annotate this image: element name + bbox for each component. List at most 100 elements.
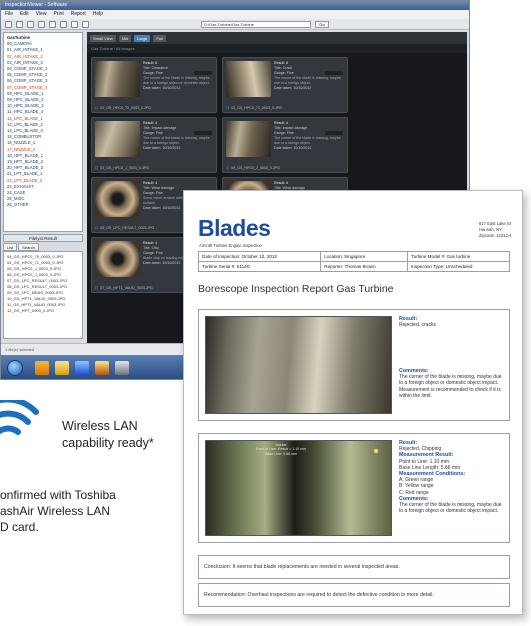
settings-icon[interactable] [82,20,89,28]
folder-icon[interactable] [55,361,69,375]
start-button[interactable] [7,360,23,376]
checkbox-icon[interactable]: ☐ [95,286,98,290]
card-date: Date taken: 10/10/2012 [143,146,181,150]
card-filename: ☐ 03_GS_HPC0_J_0003_0.JPG [95,166,149,170]
report-conclusion: Conclusion: It seems that blade replacem… [198,555,510,579]
card-note: The corner of the blade is missing, mayb… [274,76,341,85]
checkbox-icon[interactable]: ☐ [95,226,98,230]
filename-text: 01_GS_HPC0_70_0003_0.JPG [100,106,151,110]
filename-text: 07_GS_HPT1_VALID_0003.JPG [100,286,153,290]
card-title: Result: 4 [143,181,158,185]
folder-tree[interactable]: GasTurbine 00_CAMERA 01_AIR_INTAKE_1 02_AI… [3,32,83,232]
view-full-button[interactable]: Full [153,34,166,42]
inspection-report: Blades Aircraft Turbine Engine Inspectio… [183,190,523,615]
thumbnail-image[interactable] [95,181,140,217]
blade-image-2: Marker Point to Line: Result = 1.10 mm B… [205,440,392,536]
explorer-icon[interactable] [95,361,109,375]
back-icon[interactable] [5,20,12,28]
viewer-app-icon[interactable] [115,361,129,375]
finding-1-comments: Comments: The corner of the blade is mis… [399,368,507,399]
turbine-model: Turbine Model #: Gas turbine [407,251,510,262]
card-title: Result: 8 [143,61,158,65]
results-tabs: List Search [3,243,83,251]
filename-text: 02_GS_HPC0_71_0003_0.JPG [231,106,282,110]
gallery-card[interactable]: Result: 4 Title: Impact damage Gauge: Fine… [91,117,217,173]
wifi-line-2: capability ready* [62,436,154,450]
thumbnail-image[interactable] [226,121,271,157]
card-title: Result: 4 [143,241,158,245]
toolbar: D:\Gas Turbine\Gas Turbine Go [1,19,469,30]
toshiba-line-1: onfirmed with Toshiba [0,488,116,502]
result-item[interactable]: 12_GS_HPT_0003_0.JPG [7,308,79,314]
menu-help[interactable]: Help [93,10,103,19]
tab-list[interactable]: List [3,243,18,251]
go-button[interactable]: Go [315,21,329,28]
card-note: The corner of the blade is missing, mayb… [274,136,341,145]
results-header: Filelyst Result [3,234,83,242]
comments-text: The corner of the blade is missing, mayb… [399,374,502,399]
comments-text: The corner of the blade is missing, mayb… [399,502,502,515]
card-title: Result: 4 [143,121,158,125]
filename-text: 04_GS_HPC0_J_0003_0.JPG [231,166,280,170]
up-folder-icon[interactable] [27,20,34,28]
gallery-card[interactable]: Result: 8 Title: Crack Gauge: Fine The corn… [222,57,348,113]
checkbox-icon[interactable]: ☐ [226,106,229,110]
thumbnail-image[interactable] [226,61,271,97]
menu-file[interactable]: File [5,10,13,19]
media-icon[interactable] [75,361,89,375]
report-meta-table: Date of Inspection: October 10, 2012 Loc… [197,251,510,272]
refresh-icon[interactable] [38,20,45,28]
card-filename: ☐ 07_GS_HPT1_VALID_0003.JPG [95,286,153,290]
report-logo: Blades [198,215,271,241]
card-filename: ☐ 02_GS_HPC0_71_0003_0.JPG [226,106,282,110]
blade-image-1 [205,316,392,414]
checkbox-icon[interactable]: ☐ [95,166,98,170]
copy-icon[interactable] [49,20,56,28]
menu-view[interactable]: View [36,10,47,19]
inspection-date: Date of Inspection: October 10, 2012 [197,251,322,262]
finding-2: Marker Point to Line: Result = 1.10 mm B… [198,433,510,543]
report-title: Borescope Inspection Report Gas Turbine [198,283,394,295]
forward-icon[interactable] [16,20,23,28]
card-filename: ☐ 05_GS_LPC_RESULT_0003.JPG [95,226,154,230]
thumbnail-image[interactable] [95,61,140,97]
checkbox-icon[interactable]: ☐ [95,106,98,110]
inspection-type: Inspection Type: Unscheduled [407,261,510,272]
result-value: Rejected, cracks [399,322,436,329]
card-title: Result: 4 [274,121,289,125]
reporter: Reporter: Thomas Brown [320,261,408,272]
gallery-toolbar: Small View Mid Large Full [87,32,467,44]
thumbnail-image[interactable] [95,121,140,157]
menu-print[interactable]: Print [53,10,63,19]
view-small-button[interactable]: Small View [90,34,116,42]
card-note: The corner of the blade is missing, mayb… [143,76,210,85]
view-mid-button[interactable]: Mid [118,34,132,42]
menu-edit[interactable]: Edit [20,10,29,19]
toshiba-line-3: D card. [0,520,39,534]
thumbnail-image[interactable] [95,241,140,277]
wifi-line-1: Wireless LAN [62,419,138,433]
tab-search[interactable]: Search [18,243,39,251]
card-meta: Result: 8 Title: Crack Gauge: Fine The corn… [274,61,346,91]
view-large-button[interactable]: Large [134,34,151,42]
gallery-card[interactable]: Result: 4 Title: Impact damage Gauge: Fine… [222,117,348,173]
checkbox-icon[interactable]: ☐ [226,166,229,170]
wifi-icon [0,400,39,435]
toshiba-caption: onfirmed with Toshiba ashAir Wireless LA… [0,487,116,535]
window-title: InspectionViewer - Software [1,1,469,10]
gallery-card[interactable]: Result: 8 Title: Clearance Gauge: Fine The … [91,57,217,113]
card-note: The corner of the blade is missing, mayb… [143,136,210,145]
ie-icon[interactable] [35,361,49,375]
print-icon[interactable] [71,20,78,28]
card-date: Date taken: 10/10/2012 [143,86,181,90]
results-list[interactable]: 04_GS_HPC0_70_0003_0.JPG 04_GS_HPC0_71_00… [3,251,83,339]
card-meta: Result: 4 Title: Impact damage Gauge: Fine… [143,121,215,151]
card-title: Result: 4 [274,181,289,185]
address-field[interactable]: D:\Gas Turbine\Gas Turbine [201,21,311,28]
filename-text: 05_GS_LPC_RESULT_0003.JPG [100,226,155,230]
tree-item[interactable]: 26_OTHER [7,202,79,208]
filename-text: 03_GS_HPC0_J_0003_0.JPG [100,166,149,170]
menu-report[interactable]: Report [71,10,86,19]
finding-1-result: Result: Rejected, cracks [399,316,507,328]
delete-icon[interactable] [60,20,67,28]
